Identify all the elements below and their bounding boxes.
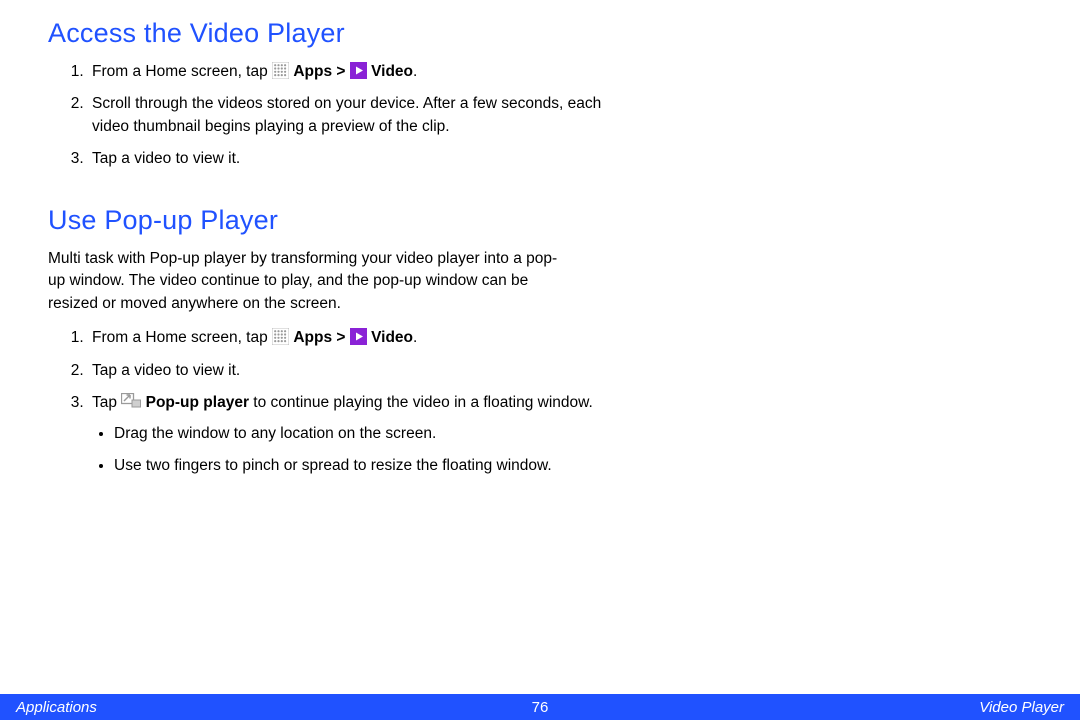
step-1-pretext: From a Home screen, tap bbox=[92, 63, 272, 80]
bullet-pinch: Use two fingers to pinch or spread to re… bbox=[114, 455, 608, 477]
step-1: From a Home screen, tap Apps > Video. bbox=[88, 61, 608, 83]
step-2: Scroll through the videos stored on your… bbox=[88, 93, 608, 138]
section-access-video-player: Access the Video Player From a Home scre… bbox=[48, 18, 608, 171]
video-label: Video bbox=[371, 63, 413, 80]
video-play-icon bbox=[350, 328, 367, 345]
apps-label: Apps bbox=[293, 329, 332, 346]
apps-grid-icon bbox=[272, 62, 289, 79]
apps-label: Apps bbox=[293, 63, 332, 80]
step-1-posttext: . bbox=[413, 329, 417, 346]
step-1-posttext: . bbox=[413, 63, 417, 80]
step-3-pretext: Tap bbox=[92, 394, 121, 411]
sub-bullets: Drag the window to any location on the s… bbox=[92, 423, 608, 478]
apps-grid-icon bbox=[272, 328, 289, 345]
steps-list-2: From a Home screen, tap Apps > Video. Ta… bbox=[48, 327, 608, 477]
gt-separator: > bbox=[332, 329, 350, 346]
popup-player-label: Pop-up player bbox=[146, 394, 249, 411]
manual-page: Access the Video Player From a Home scre… bbox=[0, 0, 1080, 720]
heading-access-video-player: Access the Video Player bbox=[48, 18, 608, 49]
step-2: Tap a video to view it. bbox=[88, 360, 608, 382]
video-play-icon bbox=[350, 62, 367, 79]
popup-intro: Multi task with Pop-up player by transfo… bbox=[48, 248, 558, 315]
footer-right: Video Player bbox=[979, 699, 1064, 716]
footer-left: Applications bbox=[16, 699, 97, 716]
bullet-drag: Drag the window to any location on the s… bbox=[114, 423, 608, 445]
steps-list-1: From a Home screen, tap Apps > Video. Sc… bbox=[48, 61, 608, 171]
page-footer: Applications 76 Video Player bbox=[0, 694, 1080, 720]
popup-player-icon bbox=[121, 393, 141, 410]
gt-separator: > bbox=[332, 63, 350, 80]
section-use-popup-player: Use Pop-up Player Multi task with Pop-up… bbox=[48, 205, 608, 478]
heading-use-popup-player: Use Pop-up Player bbox=[48, 205, 608, 236]
step-3: Tap a video to view it. bbox=[88, 148, 608, 170]
step-1-pretext: From a Home screen, tap bbox=[92, 329, 272, 346]
step-3: Tap Pop-up player to continue playing th… bbox=[88, 392, 608, 477]
footer-page-number: 76 bbox=[532, 699, 549, 716]
step-1: From a Home screen, tap Apps > Video. bbox=[88, 327, 608, 349]
video-label: Video bbox=[371, 329, 413, 346]
step-3-posttext: to continue playing the video in a float… bbox=[249, 394, 593, 411]
content-column: Access the Video Player From a Home scre… bbox=[48, 18, 608, 478]
